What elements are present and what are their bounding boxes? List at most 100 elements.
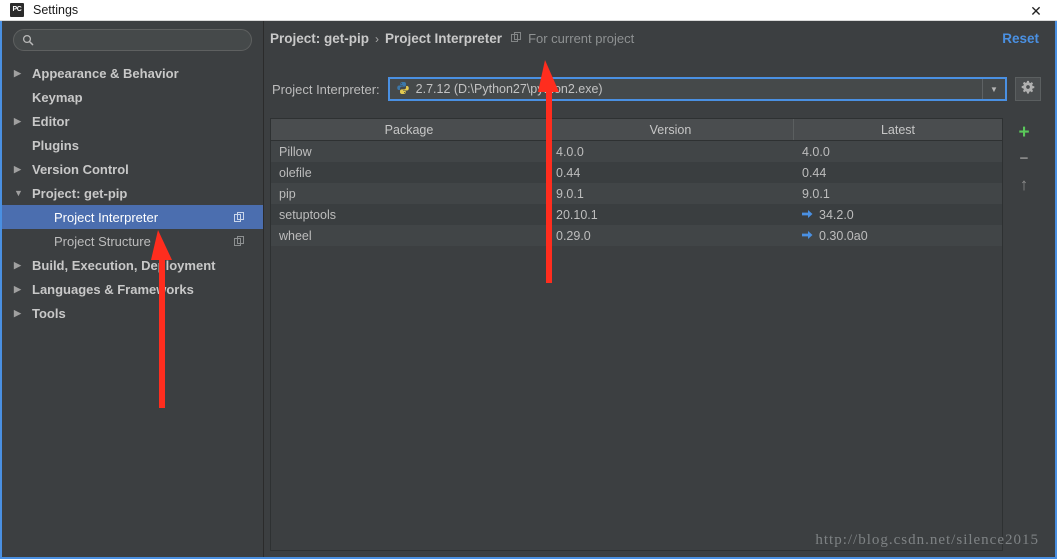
twisty-spacer: ▶ [14, 141, 28, 150]
cell-latest: 9.0.1 [794, 183, 1002, 204]
cell-latest-text: 4.0.0 [802, 144, 830, 159]
search-container [2, 21, 263, 57]
breadcrumb-scope-note: For current project [528, 31, 635, 46]
sidebar-item-label: Project: get-pip [32, 185, 128, 201]
sidebar-item-keymap[interactable]: ▶ Keymap [2, 85, 263, 109]
gear-icon [1021, 80, 1035, 99]
column-header-package[interactable]: Package [271, 119, 548, 140]
python-icon [396, 81, 410, 98]
chevron-right-icon[interactable]: ▶ [14, 260, 28, 270]
breadcrumb-project[interactable]: Project: get-pip [270, 31, 369, 46]
packages-table-header: Package Version Latest [271, 119, 1002, 141]
cell-package: setuptools [279, 207, 336, 222]
cell-latest: 0.30.0a0 [794, 225, 1002, 246]
sidebar-item-tools[interactable]: ▶ Tools [2, 301, 263, 325]
sidebar-item-label: Version Control [32, 161, 129, 177]
watermark: http://blog.csdn.net/silence2015 [815, 532, 1039, 548]
sidebar-item-build-execution-deployment[interactable]: ▶ Build, Execution, Deployment [2, 253, 263, 277]
breadcrumb-separator: › [375, 31, 380, 46]
remove-package-button[interactable]: − [1009, 145, 1039, 171]
sidebar-item-version-control[interactable]: ▶ Version Control [2, 157, 263, 181]
packages-area: Package Version Latest Pillow 4.0.0 4.0.0 o… [270, 118, 1041, 551]
cell-latest-text: 9.0.1 [802, 186, 830, 201]
cell-version: 0.29.0 [556, 228, 591, 243]
upgrade-available-icon [802, 229, 813, 243]
sidebar-item-project-interpreter[interactable]: Project Interpreter [2, 205, 263, 229]
table-row[interactable]: pip 9.0.1 9.0.1 [271, 183, 1002, 204]
cell-latest-text: 34.2.0 [819, 207, 854, 222]
sidebar-item-label: Keymap [32, 89, 83, 105]
cell-package: wheel [279, 228, 312, 243]
cell-latest-text: 0.30.0a0 [819, 228, 868, 243]
cell-latest: 34.2.0 [794, 204, 1002, 225]
packages-table-body: Pillow 4.0.0 4.0.0 olefile 0.44 0.44 pip 9.0.1 9… [271, 141, 1002, 246]
sidebar-item-label: Tools [32, 305, 66, 321]
packages-toolbar: + − ↑ [1007, 118, 1041, 197]
search-input[interactable] [40, 33, 230, 47]
copy-scope-icon [234, 235, 245, 250]
table-row[interactable]: olefile 0.44 0.44 [271, 162, 1002, 183]
settings-dialog: ▶ Appearance & Behavior ▶ Keymap ▶ Editor ▶ Plu… [0, 21, 1057, 559]
sidebar-item-label: Editor [32, 113, 70, 129]
chevron-right-icon[interactable]: ▶ [14, 308, 28, 318]
interpreter-select[interactable]: 2.7.12 (D:\Python27\python2.exe) ▼ [387, 77, 1007, 101]
sidebar-item-label: Languages & Frameworks [32, 281, 194, 297]
sidebar-item-plugins[interactable]: ▶ Plugins [2, 133, 263, 157]
interpreter-value: 2.7.12 (D:\Python27\python2.exe) [415, 82, 603, 96]
upgrade-package-button[interactable]: ↑ [1009, 171, 1039, 197]
search-icon [22, 34, 34, 46]
interpreter-row: Project Interpreter: 2.7.12 (D:\Python27… [272, 76, 1041, 102]
close-icon[interactable]: ✕ [1027, 2, 1045, 20]
upgrade-package-icon: ↑ [1019, 174, 1029, 194]
cell-latest-text: 0.44 [802, 165, 827, 180]
sidebar-item-appearance-behavior[interactable]: ▶ Appearance & Behavior [2, 61, 263, 85]
chevron-right-icon[interactable]: ▶ [14, 116, 28, 126]
cell-package: olefile [279, 165, 312, 180]
chevron-right-icon[interactable]: ▶ [14, 68, 28, 78]
add-package-button[interactable]: + [1009, 119, 1039, 145]
table-row[interactable]: wheel 0.29.0 0.30.0a0 [271, 225, 1002, 246]
search-box[interactable] [13, 29, 252, 51]
cell-version: 20.10.1 [556, 207, 598, 222]
interpreter-settings-button[interactable] [1015, 77, 1041, 101]
breadcrumb-interpreter[interactable]: Project Interpreter [385, 31, 502, 46]
window-title: Settings [33, 3, 79, 17]
sidebar-item-label: Plugins [32, 137, 79, 153]
sidebar-item-label: Build, Execution, Deployment [32, 257, 216, 273]
copy-scope-icon [511, 31, 522, 46]
sidebar-item-label: Appearance & Behavior [32, 65, 179, 81]
cell-version: 4.0.0 [556, 144, 584, 159]
chevron-down-icon[interactable]: ▼ [14, 188, 28, 198]
reset-link[interactable]: Reset [1002, 31, 1039, 46]
chevron-down-icon[interactable]: ▼ [982, 79, 1005, 99]
copy-scope-icon [234, 211, 245, 226]
main-panel: Project: get-pip › Project Interpreter F… [264, 21, 1055, 557]
chevron-right-icon[interactable]: ▶ [14, 284, 28, 294]
window-title-bar: PC Settings ✕ [0, 0, 1057, 21]
sidebar-item-label: Project Structure [54, 233, 151, 249]
packages-table: Package Version Latest Pillow 4.0.0 4.0.0 o… [270, 118, 1003, 551]
table-row[interactable]: setuptools 20.10.1 34.2.0 [271, 204, 1002, 225]
cell-latest: 4.0.0 [794, 141, 1002, 162]
twisty-spacer: ▶ [14, 93, 28, 102]
interpreter-value-container: 2.7.12 (D:\Python27\python2.exe) [390, 81, 982, 98]
sidebar-item-editor[interactable]: ▶ Editor [2, 109, 263, 133]
remove-package-icon: − [1019, 149, 1029, 167]
add-package-icon: + [1018, 121, 1030, 143]
cell-version: 9.0.1 [556, 186, 584, 201]
pycharm-icon: PC [10, 3, 24, 17]
upgrade-available-icon [802, 208, 813, 222]
cell-version: 0.44 [556, 165, 581, 180]
sidebar-item-project-structure[interactable]: Project Structure [2, 229, 263, 253]
chevron-right-icon[interactable]: ▶ [14, 164, 28, 174]
column-header-version[interactable]: Version [548, 119, 794, 140]
sidebar-item-label: Project Interpreter [54, 209, 159, 225]
sidebar-item-project-get-pip[interactable]: ▼ Project: get-pip [2, 181, 263, 205]
interpreter-label: Project Interpreter: [272, 81, 380, 97]
breadcrumb: Project: get-pip › Project Interpreter F… [270, 31, 634, 46]
cell-package: pip [279, 186, 296, 201]
table-row[interactable]: Pillow 4.0.0 4.0.0 [271, 141, 1002, 162]
sidebar-item-languages-frameworks[interactable]: ▶ Languages & Frameworks [2, 277, 263, 301]
settings-sidebar: ▶ Appearance & Behavior ▶ Keymap ▶ Editor ▶ Plu… [2, 21, 264, 557]
column-header-latest[interactable]: Latest [794, 119, 1002, 140]
